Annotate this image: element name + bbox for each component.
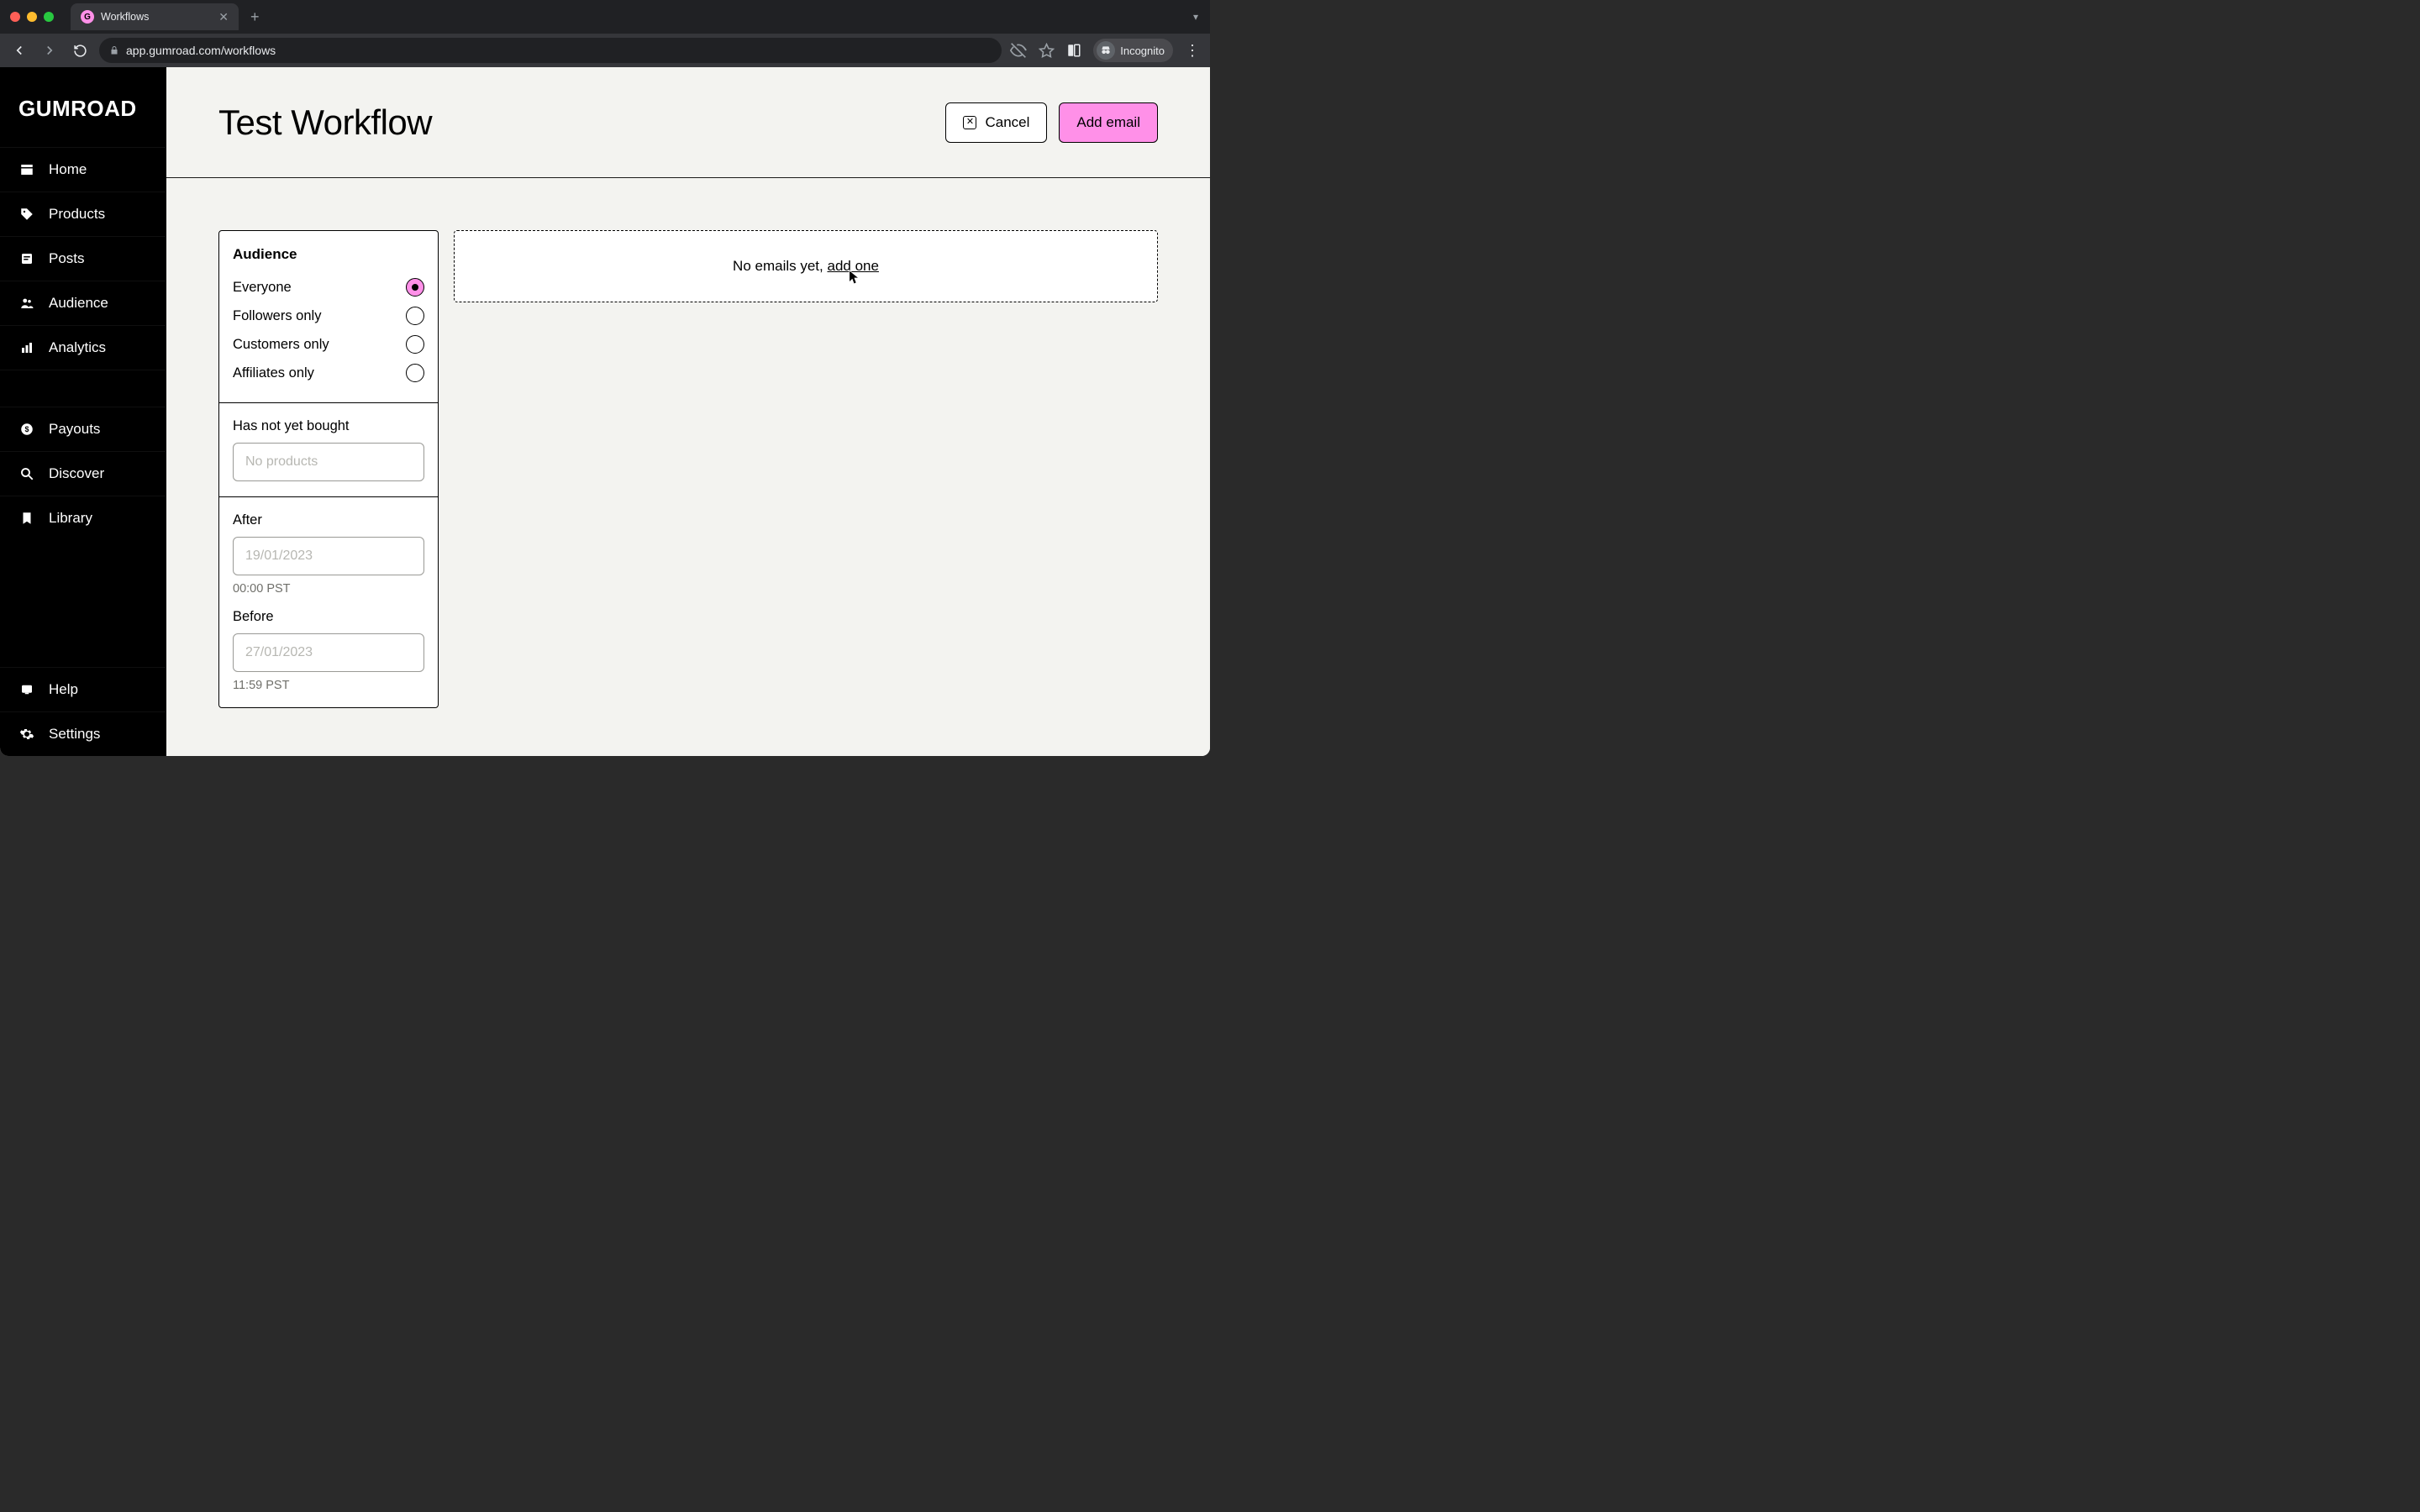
empty-prefix: No emails yet, (733, 258, 827, 274)
star-icon[interactable] (1039, 43, 1055, 59)
incognito-icon (1097, 41, 1115, 60)
sidebar-item-label: Library (49, 510, 92, 527)
audience-option-everyone[interactable]: Everyone (233, 273, 424, 302)
browser-chrome: G Workflows ✕ + ▾ app.gumroad.com/workfl… (0, 0, 1210, 67)
extensions-icon[interactable] (1066, 43, 1081, 58)
sidebar-item-label: Payouts (49, 421, 100, 438)
audience-option-label: Affiliates only (233, 365, 314, 381)
tag-icon (18, 207, 35, 222)
sidebar-item-posts[interactable]: Posts (0, 236, 166, 281)
help-icon (18, 682, 35, 697)
add-email-button[interactable]: Add email (1059, 102, 1158, 143)
address-bar: app.gumroad.com/workflows Incognito ⋮ (0, 34, 1210, 67)
minimize-window-icon[interactable] (27, 12, 37, 22)
add-one-link[interactable]: add one (827, 258, 878, 274)
after-date-input[interactable] (233, 537, 424, 575)
date-range-section: After 00:00 PST Before 11:59 PST (219, 496, 438, 707)
close-window-icon[interactable] (10, 12, 20, 22)
tab-title: Workflows (101, 11, 149, 23)
sidebar-item-library[interactable]: Library (0, 496, 166, 540)
home-icon (18, 162, 35, 177)
url-field[interactable]: app.gumroad.com/workflows (99, 38, 1002, 63)
sidebar-item-label: Discover (49, 465, 104, 482)
page-title: Test Workflow (218, 102, 432, 143)
browser-menu-icon[interactable]: ⋮ (1185, 42, 1202, 60)
brand-name: GUMROAD (18, 96, 137, 121)
eye-off-icon[interactable] (1010, 42, 1027, 59)
new-tab-button[interactable]: + (245, 8, 265, 26)
before-label: Before (233, 609, 424, 625)
sidebar-item-label: Help (49, 681, 78, 698)
not-bought-label: Has not yet bought (233, 418, 424, 434)
sidebar-item-label: Products (49, 206, 105, 223)
sidebar-item-analytics[interactable]: Analytics (0, 325, 166, 370)
bookmark-icon (18, 511, 35, 526)
radio-icon (406, 335, 424, 354)
not-bought-section: Has not yet bought (219, 402, 438, 496)
reload-button[interactable] (69, 39, 91, 61)
sidebar-item-label: Analytics (49, 339, 106, 356)
lock-icon (109, 45, 119, 55)
incognito-label: Incognito (1120, 45, 1165, 57)
audience-option-label: Followers only (233, 308, 321, 324)
radio-icon (406, 307, 424, 325)
audience-option-label: Customers only (233, 337, 329, 353)
sidebar: GUMROAD Home Products Posts Audience Ana… (0, 67, 166, 756)
incognito-badge[interactable]: Incognito (1093, 39, 1173, 62)
sidebar-item-help[interactable]: Help (0, 667, 166, 711)
filters-panel: Audience Everyone Followers only Custome… (218, 230, 439, 708)
audience-option-followers[interactable]: Followers only (233, 302, 424, 330)
after-hint: 00:00 PST (233, 582, 424, 596)
sidebar-item-discover[interactable]: Discover (0, 451, 166, 496)
audience-option-label: Everyone (233, 280, 292, 296)
audience-section: Audience Everyone Followers only Custome… (219, 231, 438, 402)
sidebar-item-audience[interactable]: Audience (0, 281, 166, 325)
audience-icon (18, 296, 35, 311)
url-text: app.gumroad.com/workflows (126, 44, 276, 57)
add-email-label: Add email (1076, 114, 1140, 131)
sidebar-item-home[interactable]: Home (0, 147, 166, 192)
sidebar-item-label: Audience (49, 295, 108, 312)
after-label: After (233, 512, 424, 528)
favicon-icon: G (81, 10, 94, 24)
not-bought-input[interactable] (233, 443, 424, 481)
before-hint: 11:59 PST (233, 679, 424, 692)
brand-logo[interactable]: GUMROAD (0, 67, 166, 147)
sidebar-item-settings[interactable]: Settings (0, 711, 166, 756)
sidebar-item-products[interactable]: Products (0, 192, 166, 236)
tabs-overflow-icon[interactable]: ▾ (1188, 11, 1203, 23)
search-icon (18, 466, 35, 481)
window-controls[interactable] (10, 12, 54, 22)
sidebar-item-payouts[interactable]: $ Payouts (0, 407, 166, 451)
emails-empty-state: No emails yet, add one (454, 230, 1158, 302)
audience-heading: Audience (233, 246, 424, 263)
sidebar-item-label: Posts (49, 250, 85, 267)
analytics-icon (18, 340, 35, 355)
sidebar-item-label: Home (49, 161, 87, 178)
payouts-icon: $ (18, 422, 35, 437)
svg-text:$: $ (24, 425, 29, 433)
radio-icon (406, 278, 424, 297)
sidebar-item-label: Settings (49, 726, 100, 743)
app-viewport: GUMROAD Home Products Posts Audience Ana… (0, 67, 1210, 756)
gear-icon (18, 727, 35, 742)
forward-button[interactable] (39, 39, 60, 61)
audience-option-customers[interactable]: Customers only (233, 330, 424, 359)
before-date-input[interactable] (233, 633, 424, 672)
browser-tab[interactable]: G Workflows ✕ (71, 3, 239, 30)
tab-bar: G Workflows ✕ + ▾ (0, 0, 1210, 34)
audience-option-affiliates[interactable]: Affiliates only (233, 359, 424, 387)
radio-icon (406, 364, 424, 382)
close-icon: ✕ (963, 116, 976, 129)
page-header: Test Workflow ✕ Cancel Add email (166, 67, 1210, 178)
back-button[interactable] (8, 39, 30, 61)
posts-icon (18, 251, 35, 266)
maximize-window-icon[interactable] (44, 12, 54, 22)
close-tab-icon[interactable]: ✕ (218, 10, 229, 24)
cancel-label: Cancel (985, 114, 1029, 131)
cancel-button[interactable]: ✕ Cancel (945, 102, 1047, 143)
main-content: Audience Everyone Followers only Custome… (166, 178, 1210, 756)
